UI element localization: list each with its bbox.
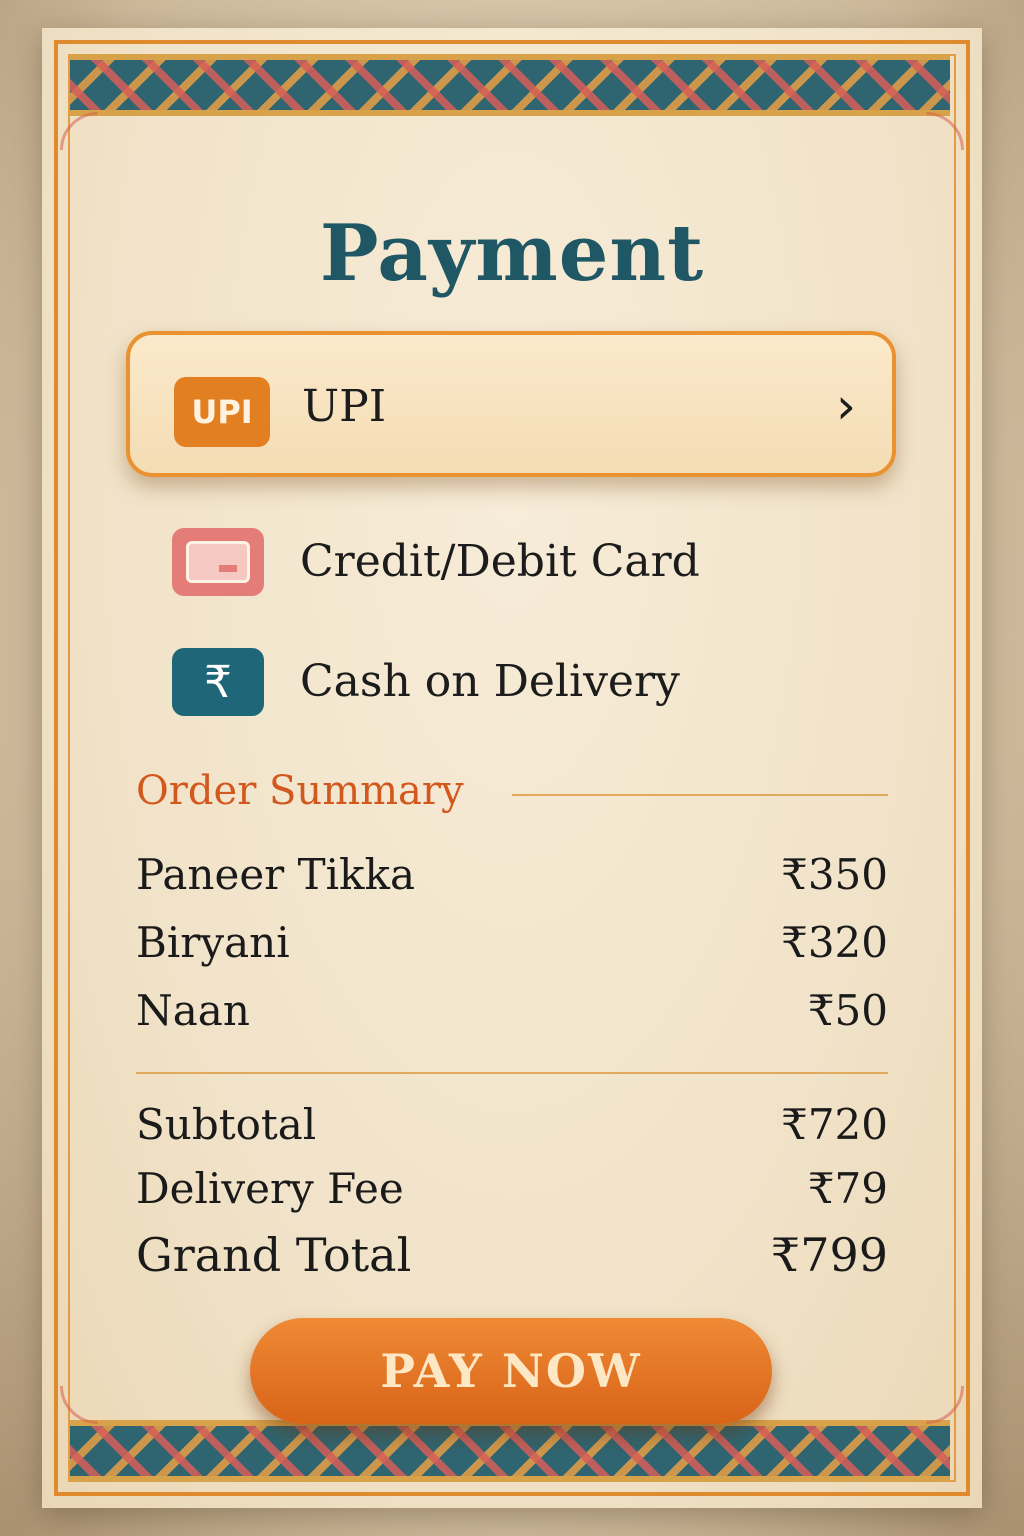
card-payment-option[interactable]: Credit/Debit Card <box>172 528 872 600</box>
card-option-label: Credit/Debit Card <box>300 536 700 587</box>
order-item-row: Paneer Tikka ₹350 <box>136 850 888 904</box>
grand-total-row: Grand Total ₹799 <box>136 1228 888 1282</box>
subtotal-value: ₹720 <box>781 1100 888 1149</box>
payment-card: Payment UPI UPI › Credit/Debit Card ₹ Ca… <box>42 28 982 1508</box>
subtotal-row: Subtotal ₹720 <box>136 1100 888 1154</box>
cash-payment-option[interactable]: ₹ Cash on Delivery <box>172 648 872 720</box>
item-price: ₹350 <box>781 850 888 899</box>
grand-total-value: ₹799 <box>770 1228 888 1282</box>
rupee-icon: ₹ <box>172 648 264 716</box>
bottom-pattern-band <box>70 1420 950 1482</box>
page-title: Payment <box>319 208 705 299</box>
order-summary-heading: Order Summary <box>136 768 464 814</box>
credit-card-icon <box>172 528 264 596</box>
pay-now-button[interactable]: PAY NOW <box>250 1318 772 1424</box>
divider <box>136 1072 888 1074</box>
grand-total-label: Grand Total <box>136 1228 412 1282</box>
divider <box>512 794 888 796</box>
item-price: ₹320 <box>781 918 888 967</box>
delivery-fee-value: ₹79 <box>807 1164 888 1213</box>
cash-option-label: Cash on Delivery <box>300 656 680 707</box>
subtotal-label: Subtotal <box>136 1100 317 1149</box>
item-name: Naan <box>136 986 250 1035</box>
item-name: Paneer Tikka <box>136 850 415 899</box>
delivery-fee-label: Delivery Fee <box>136 1164 404 1213</box>
upi-payment-option[interactable]: UPI UPI › <box>126 331 896 477</box>
order-item-row: Biryani ₹320 <box>136 918 888 972</box>
item-name: Biryani <box>136 918 290 967</box>
delivery-fee-row: Delivery Fee ₹79 <box>136 1164 888 1218</box>
order-item-row: Naan ₹50 <box>136 986 888 1040</box>
chevron-right-icon: › <box>836 377 856 435</box>
top-pattern-band <box>70 54 950 116</box>
upi-icon: UPI <box>174 377 270 447</box>
upi-label: UPI <box>302 381 387 432</box>
item-price: ₹50 <box>807 986 888 1035</box>
